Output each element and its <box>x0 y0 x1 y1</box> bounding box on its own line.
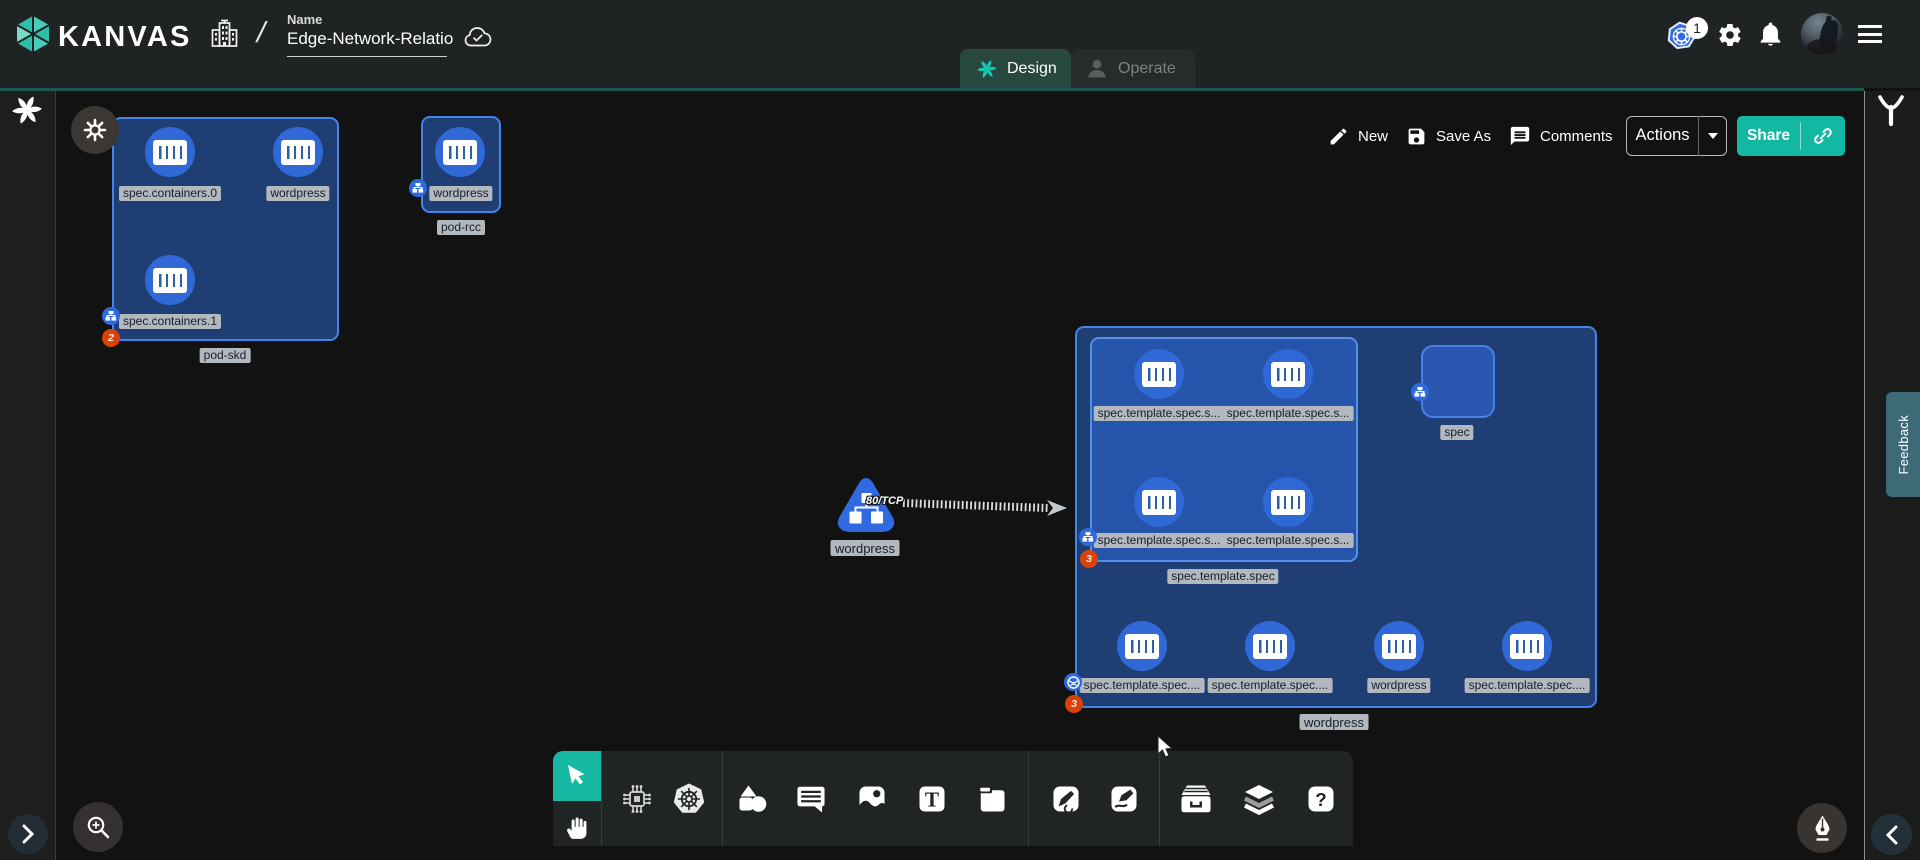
svg-text:T: T <box>925 787 939 811</box>
svg-text:?: ? <box>1315 789 1326 810</box>
